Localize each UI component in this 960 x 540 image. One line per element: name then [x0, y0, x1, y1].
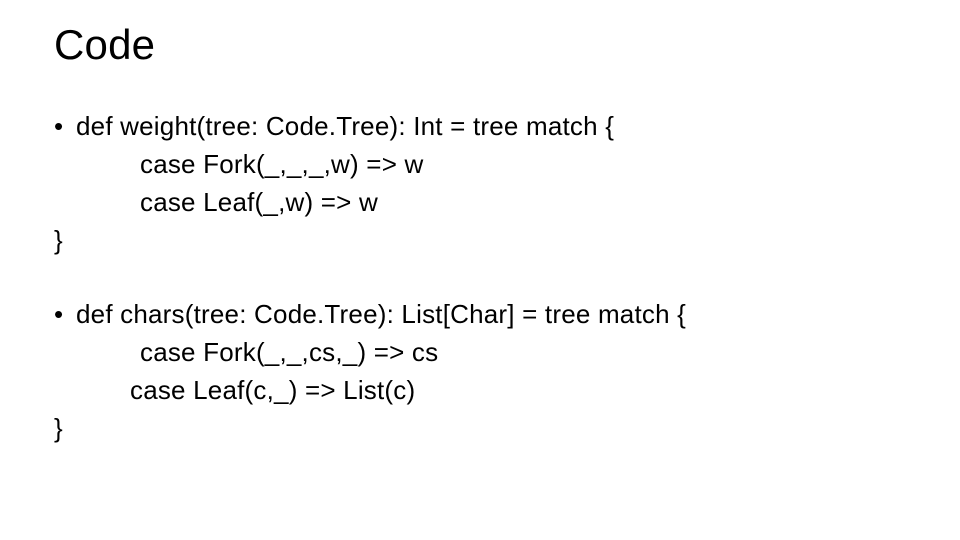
code-line: case Leaf(c,_) => List(c) — [54, 372, 906, 410]
slide: Code • def weight(tree: Code.Tree): Int … — [0, 0, 960, 540]
code-line: } — [54, 222, 906, 260]
code-block-chars: • def chars(tree: Code.Tree): List[Char]… — [54, 296, 906, 448]
code-line: def weight(tree: Code.Tree): Int = tree … — [76, 108, 614, 146]
slide-title: Code — [54, 22, 906, 68]
bullet-item: • def chars(tree: Code.Tree): List[Char]… — [54, 296, 906, 334]
bullet-item: • def weight(tree: Code.Tree): Int = tre… — [54, 108, 906, 146]
code-line: case Leaf(_,w) => w — [54, 184, 906, 222]
code-line: case Fork(_,_,_,w) => w — [54, 146, 906, 184]
code-block-weight: • def weight(tree: Code.Tree): Int = tre… — [54, 108, 906, 260]
bullet-dot: • — [54, 108, 76, 146]
bullet-dot: • — [54, 296, 76, 334]
slide-body: • def weight(tree: Code.Tree): Int = tre… — [54, 108, 906, 448]
code-line: def chars(tree: Code.Tree): List[Char] =… — [76, 296, 686, 334]
code-line: case Fork(_,_,cs,_) => cs — [54, 334, 906, 372]
code-line: } — [54, 410, 906, 448]
